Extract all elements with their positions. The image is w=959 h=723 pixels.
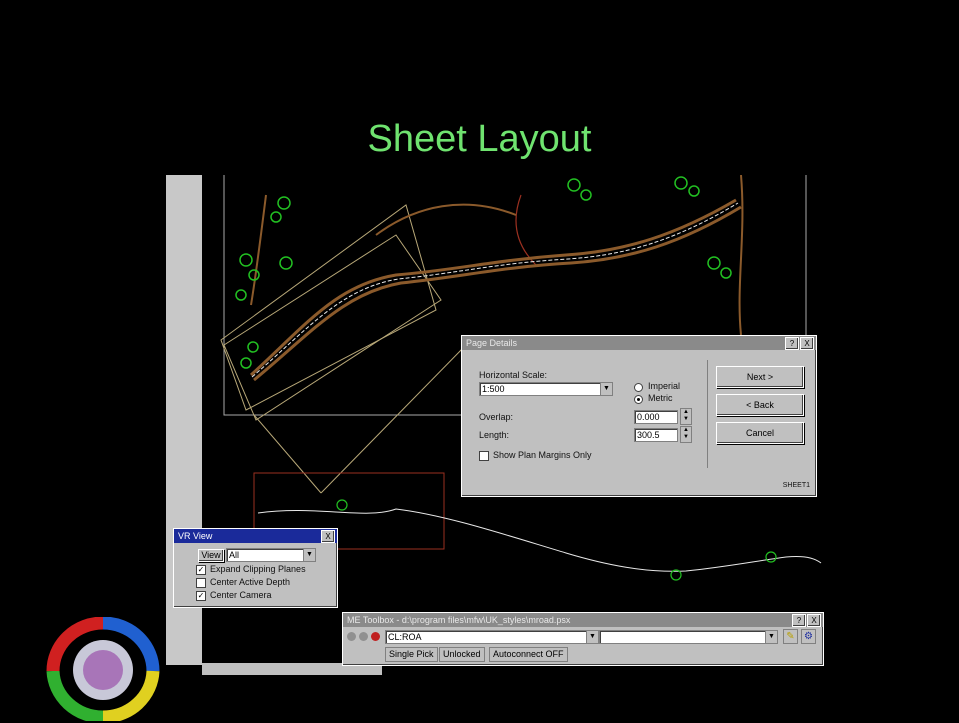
slide-title: Sheet Layout bbox=[367, 118, 592, 160]
dropdown-arrow-icon[interactable]: ▼ bbox=[586, 631, 598, 643]
overlap-label: Overlap: bbox=[479, 412, 514, 422]
status-unlocked[interactable]: Unlocked bbox=[439, 647, 485, 662]
tool-icon[interactable]: ⚙ bbox=[801, 629, 816, 644]
logo-icon bbox=[46, 617, 160, 721]
upper-road bbox=[375, 203, 517, 236]
status-code: SHEET1 bbox=[782, 482, 810, 489]
status-single-pick[interactable]: Single Pick bbox=[385, 647, 438, 662]
show-plan-margins-label: Show Plan Margins Only bbox=[493, 450, 592, 460]
close-icon[interactable]: X bbox=[321, 530, 335, 543]
frame-link-2 bbox=[320, 344, 467, 494]
back-button[interactable]: < Back bbox=[716, 394, 804, 416]
next-button[interactable]: Next > bbox=[716, 366, 804, 388]
units-imperial-radio[interactable] bbox=[634, 383, 643, 392]
page-details-titlebar: Page Details ? X bbox=[462, 336, 816, 350]
length-value: 300.5 bbox=[637, 430, 660, 440]
me-toolbox-window: ME Toolbox - d:\program files\mfw\UK_sty… bbox=[342, 612, 824, 666]
vr-view-titlebar: VR View X bbox=[174, 529, 337, 543]
style-selector[interactable]: ▼ bbox=[599, 630, 778, 644]
length-field[interactable]: 300.5 bbox=[634, 428, 678, 442]
horizontal-scale-select[interactable]: 1:500 ▼ bbox=[479, 382, 613, 396]
plan-frame-1 bbox=[220, 204, 437, 411]
units-imperial-label: Imperial bbox=[648, 381, 681, 391]
profile-line bbox=[257, 508, 822, 572]
view-value: All bbox=[229, 550, 240, 560]
horizontal-scale-label: Horizontal Scale: bbox=[479, 370, 548, 380]
center-active-depth-checkbox[interactable] bbox=[196, 578, 206, 588]
horizontal-scale-value: 1:500 bbox=[482, 384, 505, 394]
frame-link-1 bbox=[253, 414, 322, 494]
close-icon[interactable]: X bbox=[807, 614, 821, 627]
toolbox-title: ME Toolbox - d:\program files\mfw\UK_sty… bbox=[347, 615, 571, 625]
show-plan-margins-checkbox[interactable] bbox=[479, 451, 489, 461]
help-icon[interactable]: ? bbox=[792, 614, 806, 627]
feature-selector[interactable]: CL:ROA ▼ bbox=[385, 630, 599, 644]
dropdown-arrow-icon[interactable]: ▼ bbox=[765, 631, 777, 643]
cancel-button[interactable]: Cancel bbox=[716, 422, 804, 444]
toolbox-statusbar: Single Pick Unlocked Autoconnect OFF bbox=[385, 647, 795, 662]
separator bbox=[707, 360, 708, 468]
lock-icon[interactable] bbox=[347, 632, 356, 641]
overlap-value: 0.000 bbox=[637, 412, 660, 422]
page-details-dialog: Page Details ? X Horizontal Scale: 1:500… bbox=[461, 335, 817, 497]
expand-clipping-checkbox[interactable]: ✓ bbox=[196, 565, 206, 575]
view-button[interactable]: View bbox=[198, 549, 224, 562]
center-active-depth-label: Center Active Depth bbox=[210, 577, 291, 587]
dropdown-arrow-icon[interactable]: ▼ bbox=[600, 383, 612, 395]
feature-selector-value: CL:ROA bbox=[388, 632, 422, 642]
status-autoconnect[interactable]: Autoconnect OFF bbox=[489, 647, 568, 662]
left-road bbox=[250, 194, 267, 306]
lock-icon[interactable] bbox=[359, 632, 368, 641]
page-details-title: Page Details bbox=[466, 338, 518, 348]
right-road bbox=[738, 175, 744, 336]
vr-view-title: VR View bbox=[178, 531, 213, 541]
toolbox-titlebar: ME Toolbox - d:\program files\mfw\UK_sty… bbox=[343, 613, 823, 627]
units-metric-radio[interactable] bbox=[634, 395, 643, 404]
overlap-spinner[interactable]: ▲ ▼ bbox=[680, 408, 692, 425]
help-icon[interactable]: ? bbox=[785, 337, 799, 350]
center-camera-label: Center Camera bbox=[210, 590, 272, 600]
expand-clipping-label: Expand Clipping Planes bbox=[210, 564, 306, 574]
overlap-field[interactable]: 0.000 bbox=[634, 410, 678, 424]
cad-application: Page Details ? X Horizontal Scale: 1:500… bbox=[166, 175, 840, 685]
red-arc bbox=[515, 194, 537, 266]
units-metric-label: Metric bbox=[648, 393, 673, 403]
center-camera-checkbox[interactable]: ✓ bbox=[196, 591, 206, 601]
dropdown-arrow-icon[interactable]: ▼ bbox=[303, 549, 315, 561]
tool-icon[interactable]: ✎ bbox=[783, 629, 798, 644]
length-spinner[interactable]: ▲ ▼ bbox=[680, 426, 692, 443]
view-select[interactable]: All ▼ bbox=[226, 548, 316, 562]
vr-view-window: VR View X View All ▼ ✓ Expand Clipping P… bbox=[173, 528, 338, 608]
lock-icon[interactable] bbox=[371, 632, 380, 641]
close-icon[interactable]: X bbox=[800, 337, 814, 350]
length-label: Length: bbox=[479, 430, 510, 440]
